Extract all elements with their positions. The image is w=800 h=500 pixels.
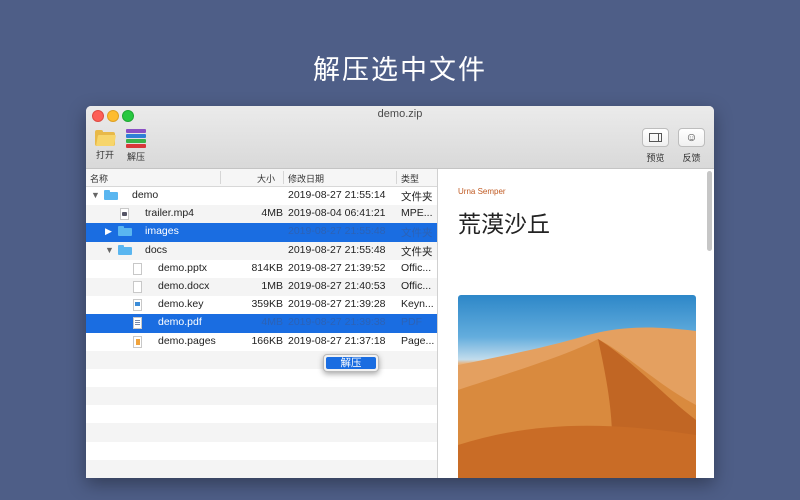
- desert-dunes-graphic: [458, 327, 696, 478]
- row-date: 2019-08-27 21:40:53: [288, 279, 386, 292]
- context-menu-extract[interactable]: 解压: [326, 357, 376, 369]
- open-button[interactable]: 打开: [94, 130, 116, 161]
- table-row[interactable]: demo.pptx 814KB 2019-08-27 21:39:52 Offi…: [86, 260, 437, 278]
- row-size: 1MB: [261, 279, 283, 292]
- table-row[interactable]: ▼ demo 2019-08-27 21:55:14 文件夹: [86, 187, 437, 205]
- row-name: docs: [145, 243, 168, 256]
- row-type: 文件夹: [401, 227, 433, 240]
- feedback-button[interactable]: ☺ 反馈: [678, 128, 705, 164]
- context-menu: 解压: [323, 354, 379, 372]
- table-row[interactable]: demo.pdf 4MB 2019-08-27 21:39:38 PDF: [86, 314, 437, 333]
- pages-file-icon: [133, 335, 142, 348]
- folder-icon: [104, 190, 118, 200]
- disclosure-expanded-icon[interactable]: ▼: [105, 245, 114, 255]
- row-size: 814KB: [251, 261, 283, 274]
- preview-title: 荒漠沙丘: [458, 212, 550, 238]
- table-row[interactable]: demo.docx 1MB 2019-08-27 21:40:53 Offic.…: [86, 277, 437, 297]
- preview-label: 预览: [646, 153, 665, 163]
- column-type[interactable]: 类型: [401, 172, 419, 185]
- preview-scrollbar[interactable]: [707, 171, 712, 251]
- disclosure-expanded-icon[interactable]: ▼: [91, 190, 100, 200]
- file-list-pane: 名称 大小 修改日期 类型 ▼ demo 2019-08-27 21:55:14…: [86, 169, 438, 478]
- extract-label: 解压: [126, 152, 145, 162]
- preview-button[interactable]: 预览: [642, 128, 669, 164]
- column-name[interactable]: 名称: [90, 172, 108, 185]
- table-row[interactable]: ▶ images 2019-08-27 21:55:48 文件夹: [86, 223, 437, 242]
- row-name: trailer.mp4: [145, 207, 195, 220]
- preview-toggle: [642, 128, 669, 147]
- desert-image: [458, 295, 696, 478]
- row-date: 2019-08-27 21:39:52: [288, 261, 386, 274]
- disclosure-collapsed-icon[interactable]: ▶: [105, 226, 112, 237]
- row-name: demo.pages: [158, 334, 216, 347]
- row-type: MPE...: [401, 207, 433, 220]
- folder-open-icon: [95, 130, 116, 146]
- row-size: 166KB: [251, 334, 283, 347]
- table-row[interactable]: demo.pages 166KB 2019-08-27 21:37:18 Pag…: [86, 333, 437, 351]
- empty-row: [86, 405, 437, 423]
- empty-row: [86, 423, 437, 442]
- headline: 解压选中文件: [313, 55, 487, 86]
- file-rows: ▼ demo 2019-08-27 21:55:14 文件夹 trailer.m…: [86, 187, 437, 478]
- row-date: 2019-08-27 21:55:48: [288, 243, 386, 256]
- row-size: 4MB: [261, 207, 283, 220]
- sidebar-panel-icon: [649, 133, 662, 142]
- row-type: Page...: [401, 334, 435, 347]
- video-file-icon: [120, 208, 129, 221]
- preview-pane[interactable]: Urna Semper 荒漠沙丘: [438, 169, 714, 478]
- row-name: demo.key: [158, 298, 204, 311]
- empty-row: [86, 459, 437, 478]
- row-date: 2019-08-27 21:55:48: [288, 225, 386, 238]
- row-size: 4MB: [261, 316, 283, 329]
- table-row[interactable]: trailer.mp4 4MB 2019-08-04 06:41:21 MPE.…: [86, 205, 437, 224]
- preview-eyebrow: Urna Semper: [458, 187, 506, 196]
- row-type: 文件夹: [401, 245, 433, 258]
- empty-row: [86, 387, 437, 406]
- document-icon: [133, 262, 142, 275]
- row-name: demo.docx: [158, 279, 210, 292]
- row-name: demo.pdf: [158, 316, 202, 329]
- open-label: 打开: [95, 150, 114, 160]
- archive-books-icon: [124, 128, 148, 150]
- row-type: 文件夹: [401, 191, 433, 203]
- row-type: PDF: [401, 316, 422, 329]
- empty-row: [86, 442, 437, 460]
- row-type: Offic...: [401, 279, 432, 292]
- row-date: 2019-08-27 21:37:18: [288, 334, 386, 347]
- folder-icon: [118, 226, 132, 237]
- row-size: 359KB: [251, 298, 283, 311]
- folder-icon: [118, 244, 132, 255]
- row-name: demo: [132, 189, 159, 201]
- row-name: images: [145, 225, 179, 238]
- row-date: 2019-08-04 06:41:21: [288, 207, 386, 220]
- empty-row: [86, 350, 437, 369]
- extract-button[interactable]: 解压: [123, 128, 149, 163]
- empty-row: [86, 369, 437, 387]
- feedback-label: 反馈: [682, 153, 701, 163]
- table-row[interactable]: demo.key 359KB 2019-08-27 21:39:28 Keyn.…: [86, 296, 437, 314]
- row-date: 2019-08-27 21:39:38: [288, 316, 386, 329]
- app-window: demo.zip 打开 解压 预览 ☺ 反馈 名称 大小 修改日期 类型 ▼ d…: [86, 106, 714, 478]
- row-type: Keyn...: [401, 298, 434, 311]
- row-date: 2019-08-27 21:39:28: [288, 298, 386, 311]
- row-name: demo.pptx: [158, 261, 208, 274]
- keynote-file-icon: [133, 299, 142, 312]
- column-date[interactable]: 修改日期: [288, 172, 324, 185]
- window-title: demo.zip: [377, 108, 423, 120]
- smiley-icon: ☺: [678, 128, 705, 147]
- document-icon: [133, 280, 142, 293]
- pdf-file-icon: [133, 317, 142, 330]
- column-size[interactable]: 大小: [257, 172, 275, 185]
- titlebar: demo.zip 打开 解压 预览 ☺ 反馈: [86, 106, 714, 169]
- column-header: 名称 大小 修改日期 类型: [86, 169, 437, 187]
- row-date: 2019-08-27 21:55:14: [288, 189, 386, 201]
- table-row[interactable]: ▼ docs 2019-08-27 21:55:48 文件夹: [86, 241, 437, 260]
- row-type: Offic...: [401, 261, 432, 274]
